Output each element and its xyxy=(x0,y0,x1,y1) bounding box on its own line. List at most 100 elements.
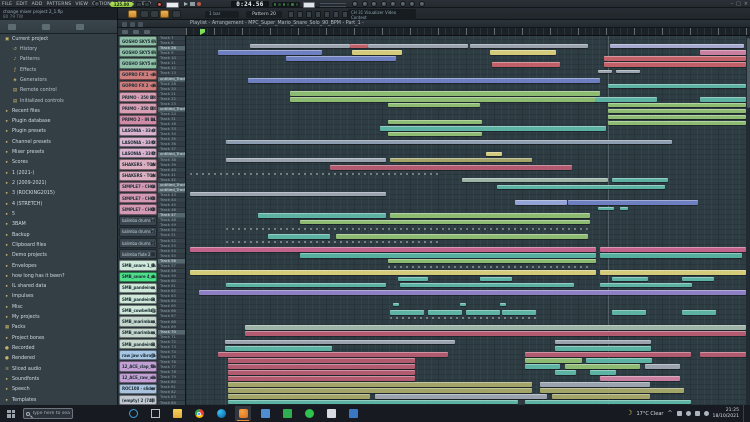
taskbar-search-input[interactable]: Type here to search xyxy=(23,408,73,419)
browser-item-3bam[interactable]: ▸3BAM xyxy=(0,220,117,230)
browser-item-plugin-database[interactable]: ▸Plugin database xyxy=(0,117,117,127)
browser-item-current-project[interactable]: ▣Current project xyxy=(0,34,117,44)
channel-button[interactable]: 12_ACE_clap_fado xyxy=(119,361,157,371)
playlist-clip[interactable] xyxy=(300,253,596,258)
browser-item-history[interactable]: ↺History xyxy=(0,44,117,54)
browser-item-templates[interactable]: ▸Templates xyxy=(0,395,117,405)
playlist-clip[interactable]: Pattern 15 xyxy=(268,234,330,239)
playlist-clip[interactable]: SIMPLE7 - CHOIR WET DUCKED xyxy=(218,352,448,357)
channel-button[interactable]: GOSHO SKY5 - WET xyxy=(119,58,157,68)
playlist-clip[interactable] xyxy=(586,358,652,363)
step-edit-button[interactable] xyxy=(140,10,149,18)
taskbar-file-explorer-icon[interactable] xyxy=(169,406,185,421)
playlist-clip[interactable] xyxy=(555,370,576,375)
playlist-clip[interactable] xyxy=(645,364,680,369)
browser-item-recorded[interactable]: ●Recorded xyxy=(0,343,117,353)
playlist-clip[interactable] xyxy=(225,346,332,351)
snap-selector[interactable]: 1 bar xyxy=(205,11,239,18)
playlist-clip[interactable]: Pattern 20 - Mia beat xyxy=(568,200,698,205)
playlist-clip[interactable]: Pattern 15 xyxy=(390,310,424,315)
close-icon[interactable]: × xyxy=(744,0,748,8)
taskbar-photos-icon[interactable] xyxy=(257,406,273,421)
playlist-clip[interactable] xyxy=(502,310,536,315)
tray-chevron-icon[interactable]: ^ xyxy=(667,410,672,417)
playlist-clip[interactable] xyxy=(336,234,588,239)
playlist-clip[interactable] xyxy=(600,270,746,275)
browser-item-4-stretch-[interactable]: ▸4 (STRETCH) xyxy=(0,199,117,209)
playlist-clip[interactable] xyxy=(608,84,746,88)
playlist-clip[interactable]: Pattern 9 - Mia beat xyxy=(248,78,600,83)
playlist-clip[interactable] xyxy=(610,44,744,48)
shortcut-icons[interactable] xyxy=(352,1,425,7)
playlist-clip[interactable] xyxy=(228,358,415,363)
browser-sort-icon[interactable] xyxy=(42,24,50,30)
browser-item-how-long-has-it-been-[interactable]: ▸how long has it been? xyxy=(0,271,117,281)
channel-button[interactable]: raw jaw vibra_ac xyxy=(119,350,157,360)
playlist-clip[interactable]: Pattern 19 - Snare xyxy=(497,185,665,189)
playlist-clip[interactable] xyxy=(375,394,547,399)
playlist-clip[interactable]: Pattern 8 - GOPRO FX xyxy=(330,165,572,170)
channel-button[interactable]: SMB_marimbas_ac xyxy=(119,316,157,326)
playlist-clip[interactable] xyxy=(525,352,691,357)
channel-button[interactable]: SIMPLE7 - CHOIR AL xyxy=(119,204,157,214)
playlist-clip[interactable] xyxy=(682,277,714,281)
stop-button[interactable] xyxy=(190,2,195,7)
playlist-clip[interactable] xyxy=(682,310,716,315)
playlist-clip[interactable] xyxy=(490,50,556,55)
playlist-clip[interactable] xyxy=(608,121,746,125)
pattern-selector[interactable]: Pattern 20 xyxy=(246,11,282,18)
playlist-clip[interactable] xyxy=(515,200,567,205)
channel-button[interactable]: LASONIA - 33 OSC B xyxy=(119,148,157,158)
menu-item-edit[interactable]: EDIT xyxy=(16,2,27,7)
record-blend-button[interactable] xyxy=(157,2,162,7)
show-desktop-button[interactable] xyxy=(743,405,746,422)
browser-item-generators[interactable]: ◈Generators xyxy=(0,75,117,85)
playlist-clip[interactable] xyxy=(460,303,466,306)
play-button[interactable] xyxy=(184,2,188,6)
playlist-clip[interactable] xyxy=(598,70,612,73)
channel-button[interactable]: 12_ACE_raw_vibes xyxy=(119,373,157,383)
playlist-clip[interactable] xyxy=(598,207,614,210)
browser-refresh-icon[interactable] xyxy=(76,24,84,30)
channel-button[interactable]: SMB_pandeiros_pri xyxy=(119,294,157,304)
rack-swap-icon[interactable] xyxy=(144,30,150,34)
taskbar-fl-studio-icon[interactable] xyxy=(235,406,251,421)
wait-input-button[interactable] xyxy=(144,2,150,7)
playlist-clip[interactable] xyxy=(604,62,746,67)
playlist-clip[interactable]: kalimba flute 2 - Mia beat xyxy=(199,290,746,295)
playlist-clip[interactable] xyxy=(700,50,746,55)
playlist-titlebar[interactable]: Playlist - Arrangement - MPC_Super_Mario… xyxy=(118,20,750,28)
channel-button[interactable]: SHAKERS - TONG SOY xyxy=(119,159,157,169)
browser-item-rendered[interactable]: ●Rendered xyxy=(0,354,117,364)
channel-button[interactable]: LASONIA - 33 OSC B xyxy=(119,126,157,136)
playlist-clip[interactable] xyxy=(600,376,680,381)
playlist-clip[interactable] xyxy=(400,283,574,287)
browser-item-patterns[interactable]: ♪Patterns xyxy=(0,55,117,65)
playlist-clip[interactable] xyxy=(492,62,560,67)
channel-button[interactable]: GOPRO FX 2 - WET xyxy=(119,81,157,91)
channel-button[interactable]: GOPRO FX 1 - WET - 22 xyxy=(119,70,157,80)
taskbar-folder-blue-icon[interactable] xyxy=(345,406,361,421)
browser-item-backup[interactable]: ▸Backup xyxy=(0,230,117,240)
network-icon[interactable] xyxy=(704,411,709,416)
taskbar-cortana-icon[interactable] xyxy=(125,406,141,421)
typing-keyboard-display[interactable] xyxy=(166,2,179,8)
tray-icon-1[interactable] xyxy=(677,411,682,416)
browser-item-scores[interactable]: ▸Scores xyxy=(0,158,117,168)
browser-item-sliced-audio[interactable]: ≋Sliced audio xyxy=(0,364,117,374)
channel-button[interactable]: kalimba drums 1 xyxy=(119,216,157,226)
playlist-clip[interactable]: Pattern 16 - Shakers SOLO xyxy=(380,126,606,131)
playlist-clip[interactable] xyxy=(226,158,386,162)
browser-item-clipboard-files[interactable]: ▸Clipboard files xyxy=(0,240,117,250)
playlist-clip[interactable] xyxy=(620,207,628,210)
playlist-clip[interactable] xyxy=(228,388,532,393)
playlist-clip[interactable]: Pattern 3 - Mia beat xyxy=(286,56,396,61)
playlist-clip[interactable]: SMB_snare 1_dual - WET xyxy=(225,340,455,344)
performance-mode-button[interactable] xyxy=(172,10,181,18)
menu-item-add[interactable]: ADD xyxy=(32,2,43,7)
playlist-timeline-ruler[interactable] xyxy=(186,28,750,36)
playlist-clip[interactable]: Pat 9 xyxy=(398,277,428,281)
playlist-clip[interactable] xyxy=(228,400,518,404)
playlist-clip[interactable] xyxy=(525,400,691,404)
playlist-clip[interactable]: SMB_marimbas_acoustic - WET - AMBIENCE_2 xyxy=(228,382,532,387)
